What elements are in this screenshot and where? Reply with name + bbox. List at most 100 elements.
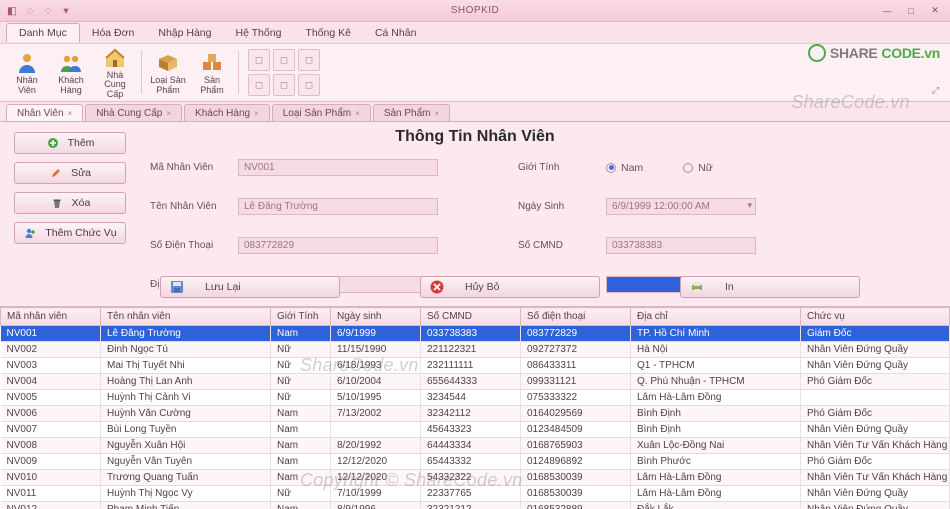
doc-tab-1[interactable]: Nhà Cung Cấp× <box>85 104 182 121</box>
cancel-button[interactable]: Hủy Bỏ <box>420 276 600 298</box>
column-header[interactable]: Giới Tính <box>271 308 331 326</box>
table-row[interactable]: NV010Trương Quang TuấnNam12/12/202054332… <box>1 470 950 486</box>
minimize-icon[interactable]: — <box>876 4 898 18</box>
menu-item-5[interactable]: Cá Nhân <box>363 24 428 42</box>
input-ngaysinh[interactable]: 6/9/1999 12:00:00 AM <box>606 198 756 215</box>
table-cell: Nam <box>271 438 331 454</box>
ribbon-mini-btn[interactable]: ◻ <box>273 74 295 96</box>
table-row[interactable]: NV011Huỳnh Thị Ngọc VyNữ7/10/19992233776… <box>1 486 950 502</box>
delete-button[interactable]: Xóa <box>14 192 126 214</box>
tab-close-icon[interactable]: × <box>166 109 171 118</box>
column-header[interactable]: Tên nhân viên <box>101 308 271 326</box>
menu-item-4[interactable]: Thống Kê <box>293 24 363 42</box>
table-cell: Nữ <box>271 486 331 502</box>
table-cell: Nam <box>271 406 331 422</box>
qat-placeholder-2[interactable]: ◌ <box>40 3 56 19</box>
pencil-icon <box>49 166 63 180</box>
label-ngaysinh: Ngày Sinh <box>518 201 596 212</box>
column-header[interactable]: Mã nhân viên <box>1 308 101 326</box>
table-row[interactable]: NV004Hoàng Thị Lan AnhNữ6/10/20046556443… <box>1 374 950 390</box>
column-header[interactable]: Số CMND <box>421 308 521 326</box>
table-cell: Nữ <box>271 358 331 374</box>
ribbon-mini-btn[interactable]: ◻ <box>298 74 320 96</box>
radio-female[interactable]: Nữ <box>683 162 713 174</box>
table-cell: 12/12/2020 <box>331 470 421 486</box>
table-row[interactable]: NV007Bùi Long TuyềnNam456433230123484509… <box>1 422 950 438</box>
table-cell: 221122321 <box>421 342 521 358</box>
column-header[interactable]: Chức vụ <box>801 308 950 326</box>
radio-male[interactable]: Nam <box>606 162 643 174</box>
table-row[interactable]: NV001Lê Đăng TrườngNam6/9/19990337383830… <box>1 326 950 342</box>
table-row[interactable]: NV002Đinh Ngọc TúNữ11/15/199022112232109… <box>1 342 950 358</box>
table-cell: Nguyễn Văn Tuyên <box>101 454 271 470</box>
table-row[interactable]: NV003Mai Thị Tuyết NhiNữ6/18/19932321111… <box>1 358 950 374</box>
label-ma: Mã Nhân Viên <box>150 162 228 173</box>
ribbon-nhanvien-button[interactable]: Nhân Viên <box>6 47 48 98</box>
table-row[interactable]: NV008Nguyễn Xuân HộiNam8/20/199264443334… <box>1 438 950 454</box>
ribbon-mini-btn[interactable]: ◻ <box>298 49 320 71</box>
tab-close-icon[interactable]: × <box>68 109 73 118</box>
table-cell <box>801 390 950 406</box>
tab-close-icon[interactable]: × <box>435 109 440 118</box>
maximize-icon[interactable]: □ <box>900 4 922 18</box>
qat-dropdown-icon[interactable]: ▾ <box>58 3 74 19</box>
table-cell: Đinh Ngọc Tú <box>101 342 271 358</box>
table-cell: Nữ <box>271 342 331 358</box>
table-row[interactable]: NV009Nguyễn Văn TuyênNam12/12/2020654433… <box>1 454 950 470</box>
column-header[interactable]: Số điện thoại <box>521 308 631 326</box>
input-ma[interactable]: NV001 <box>238 159 438 176</box>
ribbon-khachhang-button[interactable]: Khách Hàng <box>50 47 92 98</box>
table-cell: Nam <box>271 454 331 470</box>
edit-button-label: Sửa <box>71 167 91 179</box>
menu-item-3[interactable]: Hệ Thống <box>223 24 293 42</box>
doc-tab-4[interactable]: Sản Phẩm× <box>373 104 450 121</box>
menu-item-2[interactable]: Nhập Hàng <box>146 24 223 42</box>
table-cell: 655644333 <box>421 374 521 390</box>
input-ten[interactable]: Lê Đăng Trường <box>238 198 438 215</box>
doc-tab-2[interactable]: Khách Hàng× <box>184 104 270 121</box>
house-icon <box>102 46 128 70</box>
ribbon-mini-btn[interactable]: ◻ <box>273 49 295 71</box>
table-cell: 6/9/1999 <box>331 326 421 342</box>
qat-app-icon[interactable]: ◧ <box>4 3 20 19</box>
table-row[interactable]: NV006Huỳnh Văn CườngNam7/13/200232342112… <box>1 406 950 422</box>
print-button[interactable]: In <box>680 276 860 298</box>
printer-icon <box>689 279 705 295</box>
table-cell: Bình Phước <box>631 454 801 470</box>
ribbon-expand-icon[interactable]: ⤢ <box>932 85 946 99</box>
table-cell: Lâm Hà-Lâm Đồng <box>631 486 801 502</box>
tab-close-icon[interactable]: × <box>254 109 259 118</box>
table-cell: 5/10/1995 <box>331 390 421 406</box>
doc-tab-0[interactable]: Nhân Viên× <box>6 104 83 121</box>
ribbon-mini-btn[interactable]: ◻ <box>248 74 270 96</box>
close-icon[interactable]: ✕ <box>924 4 946 18</box>
ribbon-nhacungcap-button[interactable]: Nhà Cung Cấp <box>94 47 136 98</box>
save-button[interactable]: Lưu Lại <box>160 276 340 298</box>
table-cell: Nhân Viên Đứng Quầy <box>801 342 950 358</box>
ribbon-sanpham-button[interactable]: Sản Phẩm <box>191 47 233 98</box>
menu-item-1[interactable]: Hóa Đơn <box>80 24 147 42</box>
employee-table: Mã nhân viênTên nhân viênGiới TínhNgày s… <box>0 307 950 509</box>
ribbon-loaisp-button[interactable]: Loại Sản Phẩm <box>147 47 189 98</box>
column-header[interactable]: Địa chỉ <box>631 308 801 326</box>
table-cell: Trương Quang Tuấn <box>101 470 271 486</box>
table-cell: Nhân Viên Tư Vấn Khách Hàng <box>801 438 950 454</box>
input-sdt[interactable]: 083772829 <box>238 237 438 254</box>
qat-placeholder-1[interactable]: ◌ <box>22 3 38 19</box>
employee-grid[interactable]: Mã nhân viênTên nhân viênGiới TínhNgày s… <box>0 307 950 509</box>
menu-item-0[interactable]: Danh Mục <box>6 23 80 42</box>
input-cmnd[interactable]: 033738383 <box>606 237 756 254</box>
table-cell: NV007 <box>1 422 101 438</box>
table-cell: Phạm Minh Tiến <box>101 502 271 509</box>
ribbon-mini-btn[interactable]: ◻ <box>248 49 270 71</box>
table-row[interactable]: NV012Phạm Minh TiếnNam8/9/19963232121201… <box>1 502 950 509</box>
tab-close-icon[interactable]: × <box>355 109 360 118</box>
table-cell: Q. Phú Nhuận - TPHCM <box>631 374 801 390</box>
ribbon-label: Khách Hàng <box>58 76 84 95</box>
table-cell: 65443332 <box>421 454 521 470</box>
edit-button[interactable]: Sửa <box>14 162 126 184</box>
doc-tab-3[interactable]: Loại Sản Phẩm× <box>272 104 371 121</box>
column-header[interactable]: Ngày sinh <box>331 308 421 326</box>
add-role-button[interactable]: Thêm Chức Vụ <box>14 222 126 244</box>
table-row[interactable]: NV005Huỳnh Thị Cảnh ViNữ5/10/19953234544… <box>1 390 950 406</box>
